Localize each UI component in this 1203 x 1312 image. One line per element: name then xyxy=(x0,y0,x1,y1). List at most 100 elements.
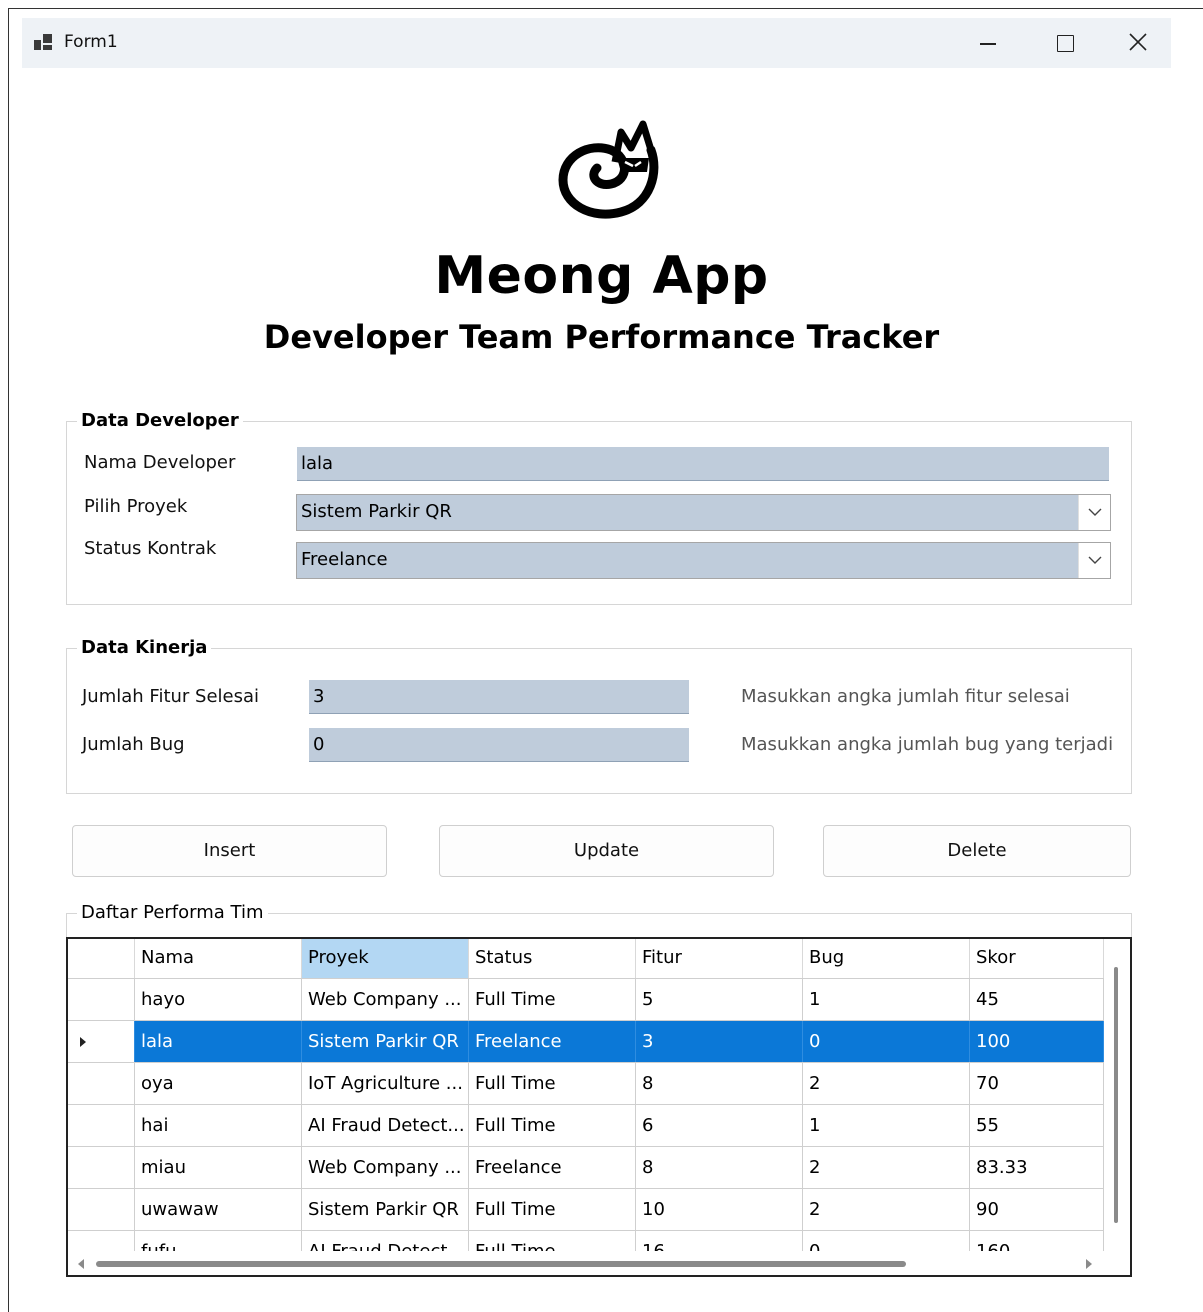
cell-status[interactable]: Full Time xyxy=(469,1105,636,1146)
horizontal-scrollbar[interactable] xyxy=(68,1251,1130,1275)
delete-button[interactable]: Delete xyxy=(823,825,1131,877)
cell-skor[interactable]: 83.33 xyxy=(970,1147,1104,1188)
app-subtitle: Developer Team Performance Tracker xyxy=(263,318,940,356)
cell-proyek[interactable]: Web Company ... xyxy=(302,979,469,1020)
cell-fitur[interactable]: 8 xyxy=(636,1063,803,1104)
cell-nama[interactable]: fufu xyxy=(135,1231,302,1251)
cell-skor[interactable]: 70 xyxy=(970,1063,1104,1104)
table-row[interactable]: lala Sistem Parkir QR Freelance 3 0 100 xyxy=(68,1021,1104,1063)
row-header[interactable] xyxy=(68,1021,135,1062)
row-header[interactable] xyxy=(68,1231,135,1251)
cell-bug[interactable]: 2 xyxy=(803,1147,970,1188)
cell-proyek[interactable]: IoT Agriculture ... xyxy=(302,1063,469,1104)
cell-status[interactable]: Full Time xyxy=(469,979,636,1020)
column-header-status[interactable]: Status xyxy=(469,939,636,978)
cell-bug[interactable]: 2 xyxy=(803,1189,970,1230)
nama-developer-label: Nama Developer xyxy=(84,452,236,473)
vertical-scrollbar[interactable] xyxy=(1104,939,1130,1251)
cell-nama[interactable]: oya xyxy=(135,1063,302,1104)
update-button[interactable]: Update xyxy=(439,825,774,877)
cell-status[interactable]: Full Time xyxy=(469,1189,636,1230)
cell-fitur[interactable]: 8 xyxy=(636,1147,803,1188)
cat-logo-icon xyxy=(558,120,659,219)
cell-skor[interactable]: 90 xyxy=(970,1189,1104,1230)
cell-bug[interactable]: 1 xyxy=(803,1105,970,1146)
close-icon xyxy=(1129,33,1147,51)
cell-bug[interactable]: 1 xyxy=(803,979,970,1020)
jumlah-fitur-label: Jumlah Fitur Selesai xyxy=(82,686,260,707)
row-header[interactable] xyxy=(68,1189,135,1230)
table-row[interactable]: fufuAI Fraud Detect...Full Time160160 xyxy=(68,1231,1104,1251)
cell-bug[interactable]: 0 xyxy=(803,1231,970,1251)
grid-rows-area: Nama Proyek Status Fitur Bug Skor hayo We… xyxy=(68,939,1104,1251)
horizontal-scroll-thumb[interactable] xyxy=(96,1261,906,1267)
cell-bug[interactable]: 0 xyxy=(803,1021,970,1062)
table-row[interactable]: miau Web Company ... Freelance 8 2 83.33 xyxy=(68,1147,1104,1189)
cell-nama[interactable]: hayo xyxy=(135,979,302,1020)
table-row[interactable]: uwawaw Sistem Parkir QR Full Time 10 2 90 xyxy=(68,1189,1104,1231)
cell-proyek[interactable]: Web Company ... xyxy=(302,1147,469,1188)
app-title: Meong App xyxy=(434,246,769,306)
row-header[interactable] xyxy=(68,1063,135,1104)
scroll-right-arrow-icon[interactable] xyxy=(1086,1259,1092,1269)
table-row[interactable]: hayo Web Company ... Full Time 5 1 45 xyxy=(68,979,1104,1021)
cell-proyek[interactable]: AI Fraud Detect... xyxy=(302,1231,469,1251)
cell-fitur[interactable]: 10 xyxy=(636,1189,803,1230)
cell-skor[interactable]: 45 xyxy=(970,979,1104,1020)
cell-fitur[interactable]: 5 xyxy=(636,979,803,1020)
cell-status[interactable]: Freelance xyxy=(469,1147,636,1188)
table-row[interactable]: hai AI Fraud Detect... Full Time 6 1 55 xyxy=(68,1105,1104,1147)
status-kontrak-arrow[interactable] xyxy=(1078,543,1110,578)
table-row[interactable]: oya IoT Agriculture ... Full Time 8 2 70 xyxy=(68,1063,1104,1105)
chevron-down-icon xyxy=(1088,556,1102,564)
cell-status[interactable]: Freelance xyxy=(469,1021,636,1062)
jumlah-bug-input[interactable]: 0 xyxy=(309,728,689,762)
current-row-arrow-icon xyxy=(80,1037,86,1047)
cell-proyek[interactable]: Sistem Parkir QR xyxy=(302,1021,469,1062)
status-kontrak-dropdown[interactable]: Freelance xyxy=(296,542,1111,579)
cell-proyek[interactable]: Sistem Parkir QR xyxy=(302,1189,469,1230)
column-header-fitur[interactable]: Fitur xyxy=(636,939,803,978)
data-developer-legend: Data Developer xyxy=(77,410,243,431)
pilih-proyek-arrow[interactable] xyxy=(1078,495,1110,530)
cell-status[interactable]: Full Time xyxy=(469,1231,636,1251)
nama-developer-input[interactable]: lala xyxy=(297,447,1109,481)
pilih-proyek-dropdown[interactable]: Sistem Parkir QR xyxy=(296,494,1111,531)
pilih-proyek-selected: Sistem Parkir QR xyxy=(301,501,452,522)
scroll-left-arrow-icon[interactable] xyxy=(78,1259,84,1269)
insert-button[interactable]: Insert xyxy=(72,825,387,877)
vertical-scroll-thumb[interactable] xyxy=(1114,967,1118,1223)
cell-bug[interactable]: 2 xyxy=(803,1063,970,1104)
column-header-proyek[interactable]: Proyek xyxy=(302,939,469,978)
cell-skor[interactable]: 160 xyxy=(970,1231,1104,1251)
close-button[interactable] xyxy=(1108,18,1168,68)
cell-fitur[interactable]: 16 xyxy=(636,1231,803,1251)
performance-data-grid[interactable]: Nama Proyek Status Fitur Bug Skor hayo We… xyxy=(66,937,1132,1277)
cell-skor[interactable]: 55 xyxy=(970,1105,1104,1146)
status-kontrak-selected: Freelance xyxy=(301,549,388,570)
cell-proyek[interactable]: AI Fraud Detect... xyxy=(302,1105,469,1146)
data-kinerja-legend: Data Kinerja xyxy=(77,637,212,658)
cell-nama[interactable]: lala xyxy=(135,1021,302,1062)
cell-fitur[interactable]: 3 xyxy=(636,1021,803,1062)
column-header-nama[interactable]: Nama xyxy=(135,939,302,978)
maximize-button[interactable] xyxy=(1034,18,1094,68)
cell-fitur[interactable]: 6 xyxy=(636,1105,803,1146)
minimize-button[interactable] xyxy=(958,18,1018,68)
cell-nama[interactable]: uwawaw xyxy=(135,1189,302,1230)
jumlah-bug-hint: Masukkan angka jumlah bug yang terjadi xyxy=(741,734,1114,755)
cell-status[interactable]: Full Time xyxy=(469,1063,636,1104)
row-header[interactable] xyxy=(68,1147,135,1188)
jumlah-fitur-input[interactable]: 3 xyxy=(309,680,689,714)
title-bar[interactable]: Form1 xyxy=(22,18,1171,68)
column-header-bug[interactable]: Bug xyxy=(803,939,970,978)
row-header[interactable] xyxy=(68,979,135,1020)
app-window-icon xyxy=(34,34,52,50)
daftar-performa-legend: Daftar Performa Tim xyxy=(77,902,268,923)
cell-nama[interactable]: miau xyxy=(135,1147,302,1188)
cell-skor[interactable]: 100 xyxy=(970,1021,1104,1062)
cell-nama[interactable]: hai xyxy=(135,1105,302,1146)
header-corner xyxy=(68,939,135,978)
column-header-skor[interactable]: Skor xyxy=(970,939,1104,978)
row-header[interactable] xyxy=(68,1105,135,1146)
